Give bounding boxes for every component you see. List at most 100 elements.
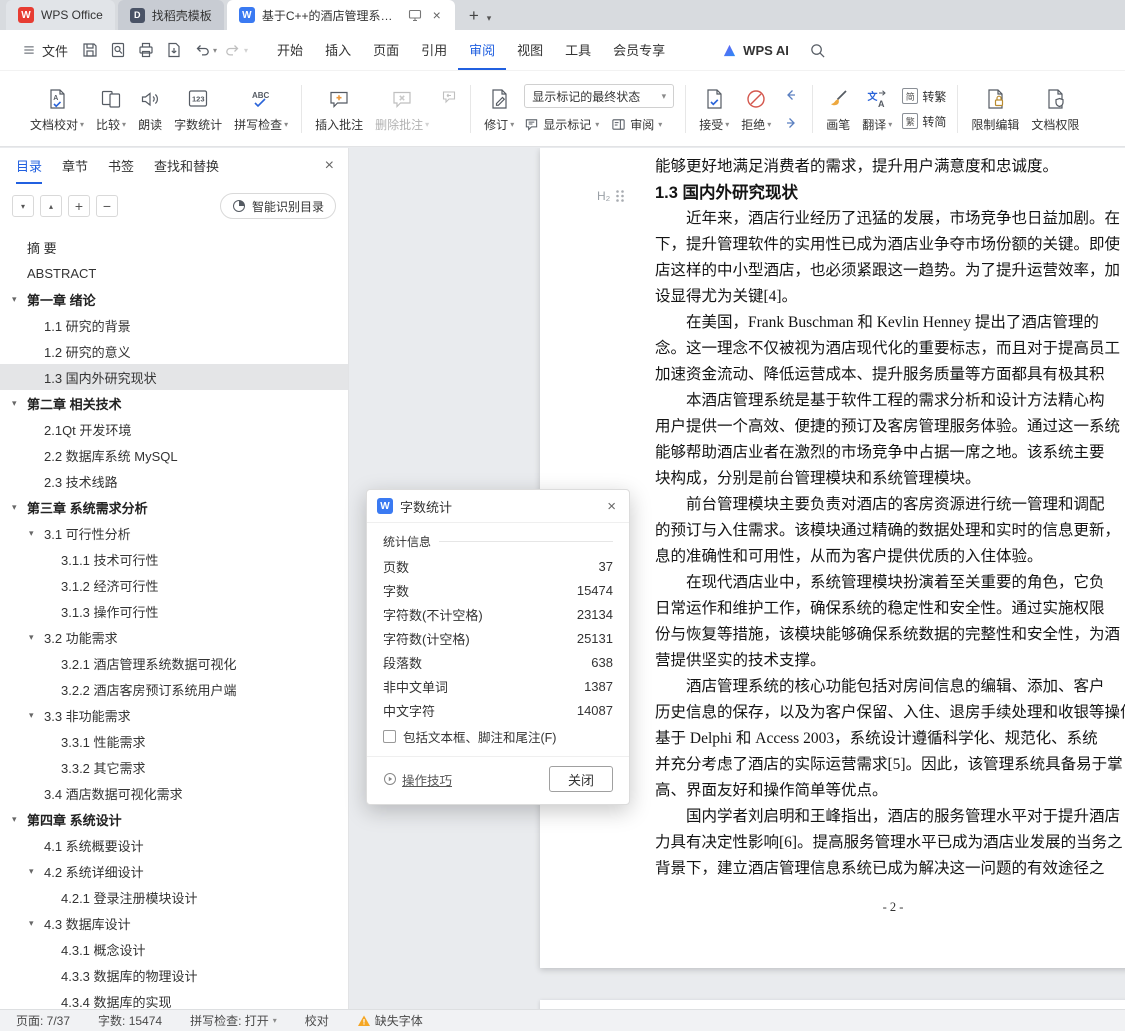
collapse-all-button[interactable]: − xyxy=(96,195,118,217)
word-count-button[interactable]: 123 字数统计 xyxy=(168,85,228,133)
toc-item[interactable]: ▾ 3.1.1 技术可行性 xyxy=(0,546,348,572)
to-traditional-button[interactable]: 简 转繁 xyxy=(902,88,946,105)
toc-item[interactable]: ▾ 3.2 功能需求 xyxy=(0,624,348,650)
search-icon[interactable] xyxy=(809,42,826,59)
toc-item[interactable]: ▾ 3.3.1 性能需求 xyxy=(0,728,348,754)
toc-expand-arrow-icon[interactable]: ▾ xyxy=(29,528,44,539)
spell-check-button[interactable]: ABC 拼写检查 ▾ xyxy=(228,85,294,133)
navigation-tab[interactable]: 目录 xyxy=(16,148,43,184)
new-tab-button[interactable]: + xyxy=(455,6,487,30)
toc-item[interactable]: ▾ 第二章 相关技术 xyxy=(0,390,348,416)
toc-item[interactable]: ▾ 4.3.4 数据库的实现 xyxy=(0,988,348,1010)
expand-all-button[interactable]: + xyxy=(68,195,90,217)
tab-docer-templates[interactable]: D 找稻壳模板 xyxy=(117,0,224,30)
toc-item[interactable]: ▾ 1.1 研究的背景 xyxy=(0,312,348,338)
toc-expand-arrow-icon[interactable]: ▾ xyxy=(12,502,27,513)
next-page-preview[interactable] xyxy=(540,1000,1125,1009)
toc-item[interactable]: ▾ 2.1Qt 开发环境 xyxy=(0,416,348,442)
toc-item[interactable]: ▾ 3.1 可行性分析 xyxy=(0,520,348,546)
ribbon-tab[interactable]: 页面 xyxy=(362,30,410,70)
missing-font-warning[interactable]: 缺失字体 xyxy=(357,1012,423,1029)
insert-comment-button[interactable]: 插入批注 xyxy=(309,85,369,133)
toc-expand-arrow-icon[interactable]: ▾ xyxy=(29,632,44,643)
undo-button[interactable] xyxy=(189,37,215,63)
include-footnotes-option[interactable]: 包括文本框、脚注和尾注(F) xyxy=(383,727,613,746)
compare-button[interactable]: 比较 ▾ xyxy=(90,85,132,133)
previous-comment-icon[interactable] xyxy=(439,87,459,107)
navigation-tab[interactable]: 书签 xyxy=(108,148,134,184)
spell-check-indicator[interactable]: 拼写检查: 打开 ▾ xyxy=(190,1012,277,1029)
toc-expand-arrow-icon[interactable]: ▾ xyxy=(12,398,27,409)
toc-item[interactable]: ▾ ABSTRACT xyxy=(0,260,348,286)
toc-item[interactable]: ▾ 2.3 技术线路 xyxy=(0,468,348,494)
document-proofread-button[interactable]: A 文档校对 ▾ xyxy=(24,85,90,133)
toc-item[interactable]: ▾ 4.3.1 概念设计 xyxy=(0,936,348,962)
file-menu-button[interactable]: 文件 xyxy=(14,41,76,60)
ribbon-tab[interactable]: 插入 xyxy=(314,30,362,70)
toc-item[interactable]: ▾ 4.2.1 登录注册模块设计 xyxy=(0,884,348,910)
translate-button[interactable]: 文A 翻译 ▾ xyxy=(856,85,898,133)
toc-expand-arrow-icon[interactable]: ▾ xyxy=(29,866,44,877)
word-count-indicator[interactable]: 字数: 15474 xyxy=(98,1012,162,1029)
accept-changes-button[interactable]: 接受 ▾ xyxy=(693,85,735,133)
toc-item[interactable]: ▾ 3.1.3 操作可行性 xyxy=(0,598,348,624)
document-permission-button[interactable]: 文档权限 xyxy=(1025,85,1085,133)
toc-item[interactable]: ▾ 4.3 数据库设计 xyxy=(0,910,348,936)
undo-dropdown-chevron-icon[interactable]: ▾ xyxy=(213,46,217,55)
navigation-tab[interactable]: 章节 xyxy=(62,148,88,184)
delete-comment-button[interactable]: 删除批注 ▾ xyxy=(369,85,435,133)
toc-item[interactable]: ▾ 3.3.2 其它需求 xyxy=(0,754,348,780)
toc-expand-arrow-icon[interactable]: ▾ xyxy=(29,710,44,721)
toc-item[interactable]: ▾ 第三章 系统需求分析 xyxy=(0,494,348,520)
toc-item[interactable]: ▾ 3.4 酒店数据可视化需求 xyxy=(0,780,348,806)
toc-expand-arrow-icon[interactable]: ▾ xyxy=(12,814,27,825)
toc-item[interactable]: ▾ 1.3 国内外研究现状 xyxy=(0,364,348,390)
ribbon-tab[interactable]: 视图 xyxy=(506,30,554,70)
tab-active-document[interactable]: W 基于C++的酒店管理系统 毕业 × xyxy=(226,0,455,30)
toc-item[interactable]: ▾ 摘 要 xyxy=(0,234,348,260)
save-button[interactable] xyxy=(77,37,103,63)
markup-state-dropdown[interactable]: 显示标记的最终状态 ▾ xyxy=(524,84,675,108)
reject-changes-button[interactable]: 拒绝 ▾ xyxy=(735,85,777,133)
dialog-close-icon[interactable]: × xyxy=(604,498,619,515)
pen-button[interactable]: 画笔 xyxy=(820,85,856,133)
toc-item[interactable]: ▾ 第四章 系统设计 xyxy=(0,806,348,832)
close-pane-icon[interactable]: × xyxy=(325,157,334,175)
toc-item[interactable]: ▾ 4.3.3 数据库的物理设计 xyxy=(0,962,348,988)
checkbox-unchecked-icon[interactable] xyxy=(383,730,396,743)
toc-item[interactable]: ▾ 2.2 数据库系统 MySQL xyxy=(0,442,348,468)
read-aloud-button[interactable]: 朗读 xyxy=(132,85,168,133)
toc-item[interactable]: ▾ 3.2.1 酒店管理系统数据可视化 xyxy=(0,650,348,676)
toc-item[interactable]: ▾ 4.2 系统详细设计 xyxy=(0,858,348,884)
ribbon-tab[interactable]: 会员专享 xyxy=(602,30,676,70)
tab-wps-home[interactable]: W WPS Office xyxy=(6,0,115,30)
drag-handle-icon[interactable] xyxy=(615,189,625,203)
collapse-button[interactable]: ▴ xyxy=(40,195,62,217)
toc-item[interactable]: ▾ 3.3 非功能需求 xyxy=(0,702,348,728)
ribbon-tab[interactable]: 审阅 xyxy=(458,30,507,70)
wps-ai-button[interactable]: WPS AI xyxy=(722,43,789,58)
close-tab-icon[interactable]: × xyxy=(431,8,443,22)
review-pane-button[interactable]: 审阅 ▾ xyxy=(611,116,662,133)
redo-button[interactable] xyxy=(220,37,246,63)
expand-dropdown-button[interactable]: ▾ xyxy=(12,195,34,217)
dialog-close-button[interactable]: 关闭 xyxy=(549,766,613,792)
ribbon-tab[interactable]: 工具 xyxy=(554,30,602,70)
toc-expand-arrow-icon[interactable]: ▾ xyxy=(12,294,27,305)
toc-expand-arrow-icon[interactable]: ▾ xyxy=(29,918,44,929)
print-button[interactable] xyxy=(133,37,159,63)
page-indicator[interactable]: 页面: 7/37 xyxy=(16,1012,70,1029)
toc-item[interactable]: ▾ 第一章 绪论 xyxy=(0,286,348,312)
track-changes-button[interactable]: 修订 ▾ xyxy=(478,85,520,133)
toc-item[interactable]: ▾ 3.2.2 酒店客房预订系统用户端 xyxy=(0,676,348,702)
previous-revision-icon[interactable] xyxy=(781,85,801,105)
tips-link[interactable]: 操作技巧 xyxy=(383,770,452,789)
navigation-tab[interactable]: 查找和替换 xyxy=(154,148,219,184)
smart-toc-button[interactable]: 智能识别目录 xyxy=(219,193,336,219)
print-preview-button[interactable] xyxy=(105,37,131,63)
show-markup-button[interactable]: 显示标记 ▾ xyxy=(524,116,599,133)
toc-item[interactable]: ▾ 4.1 系统概要设计 xyxy=(0,832,348,858)
toc-item[interactable]: ▾ 1.2 研究的意义 xyxy=(0,338,348,364)
dialog-title-bar[interactable]: W 字数统计 × xyxy=(367,490,629,523)
proofread-indicator[interactable]: 校对 xyxy=(305,1012,329,1029)
